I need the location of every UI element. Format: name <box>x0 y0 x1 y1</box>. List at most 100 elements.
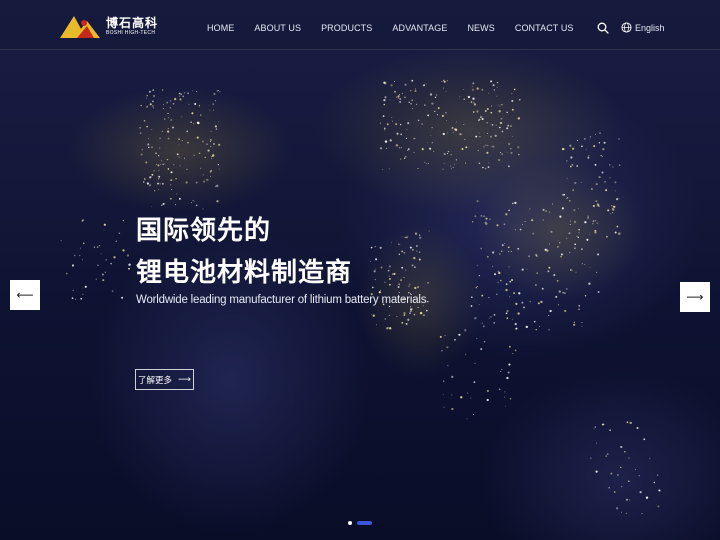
city-light <box>411 79 414 82</box>
city-light <box>475 135 478 138</box>
city-light <box>486 121 488 124</box>
city-light <box>184 157 185 159</box>
city-light <box>546 249 549 252</box>
city-light <box>454 128 458 131</box>
slider-prev-button[interactable]: ⟵ <box>10 280 40 310</box>
city-light <box>451 126 454 130</box>
city-light <box>411 248 414 251</box>
city-light <box>170 184 172 186</box>
city-light <box>445 120 447 122</box>
city-light <box>574 243 577 246</box>
city-light <box>159 183 161 185</box>
city-light <box>476 87 479 90</box>
city-light <box>649 457 651 459</box>
city-light <box>181 140 183 142</box>
logo[interactable]: 博石高科 BOSHI HIGH-TECH <box>60 12 160 40</box>
city-light <box>439 335 442 338</box>
city-light <box>548 266 551 269</box>
search-icon[interactable] <box>597 22 609 34</box>
city-light <box>422 314 425 317</box>
city-light <box>562 291 565 294</box>
city-light <box>467 392 469 394</box>
city-light <box>218 168 220 170</box>
city-light <box>179 165 181 167</box>
city-light <box>607 209 610 212</box>
city-light <box>621 486 623 488</box>
city-light <box>638 475 640 477</box>
city-light <box>429 147 432 150</box>
city-light <box>471 296 473 298</box>
city-light <box>159 137 161 140</box>
city-light <box>443 79 445 82</box>
city-light <box>587 215 589 217</box>
city-light <box>424 104 426 106</box>
city-light <box>153 170 155 172</box>
city-light <box>215 128 218 130</box>
city-light <box>214 100 217 102</box>
city-light <box>100 253 102 255</box>
city-light <box>559 215 562 218</box>
city-light <box>458 333 461 336</box>
city-light <box>170 179 173 182</box>
city-light <box>411 264 414 267</box>
city-light <box>570 269 572 271</box>
city-light <box>498 388 501 391</box>
city-light <box>413 313 416 316</box>
city-light <box>443 153 446 156</box>
nav-products[interactable]: PRODUCTS <box>321 23 372 33</box>
nav-about-us[interactable]: ABOUT US <box>254 23 301 33</box>
nav-news[interactable]: NEWS <box>467 23 494 33</box>
city-light <box>465 146 468 149</box>
city-light <box>408 285 410 287</box>
city-light <box>180 93 182 95</box>
city-light <box>447 150 450 153</box>
city-light <box>492 84 495 87</box>
city-light <box>389 327 392 330</box>
city-light <box>501 130 504 133</box>
city-light <box>613 491 616 493</box>
city-light <box>473 413 474 415</box>
city-light <box>152 100 154 103</box>
city-light <box>472 111 475 113</box>
city-light <box>375 258 378 261</box>
city-light <box>431 141 434 144</box>
city-light <box>608 486 611 489</box>
city-light <box>150 146 153 149</box>
city-light <box>144 178 146 180</box>
city-light <box>569 165 572 168</box>
nav-home[interactable]: HOME <box>207 23 234 33</box>
city-light <box>427 142 429 144</box>
city-light <box>620 466 622 469</box>
city-light <box>481 88 484 91</box>
city-light <box>140 153 143 156</box>
city-light <box>499 105 501 107</box>
nav-contact-us[interactable]: CONTACT US <box>515 23 574 33</box>
language-switcher[interactable]: English <box>621 22 665 33</box>
city-light <box>370 246 373 249</box>
pagination-dot-2-active[interactable] <box>357 521 372 525</box>
hero-title: 国际领先的 锂电池材料制造商 <box>136 210 352 294</box>
city-light <box>573 321 575 323</box>
city-light <box>210 176 212 178</box>
city-light <box>526 268 528 270</box>
city-light <box>400 123 402 126</box>
city-light <box>521 268 524 271</box>
nav-advantage[interactable]: ADVANTAGE <box>392 23 447 33</box>
city-light <box>404 236 406 238</box>
city-light <box>161 89 164 91</box>
city-light <box>518 292 521 295</box>
city-light <box>443 380 445 382</box>
learn-more-button[interactable]: 了解更多 ⟶ <box>135 369 194 390</box>
city-light <box>603 141 606 144</box>
pagination-dot-1[interactable] <box>348 521 352 525</box>
city-light <box>629 421 632 425</box>
city-light <box>621 511 622 513</box>
city-light <box>446 346 449 349</box>
city-light <box>511 108 514 111</box>
city-light <box>598 142 601 144</box>
city-light <box>446 152 449 155</box>
city-light <box>491 105 493 107</box>
city-light <box>399 244 401 246</box>
slider-next-button[interactable]: ⟶ <box>680 282 710 312</box>
city-light <box>455 121 458 123</box>
